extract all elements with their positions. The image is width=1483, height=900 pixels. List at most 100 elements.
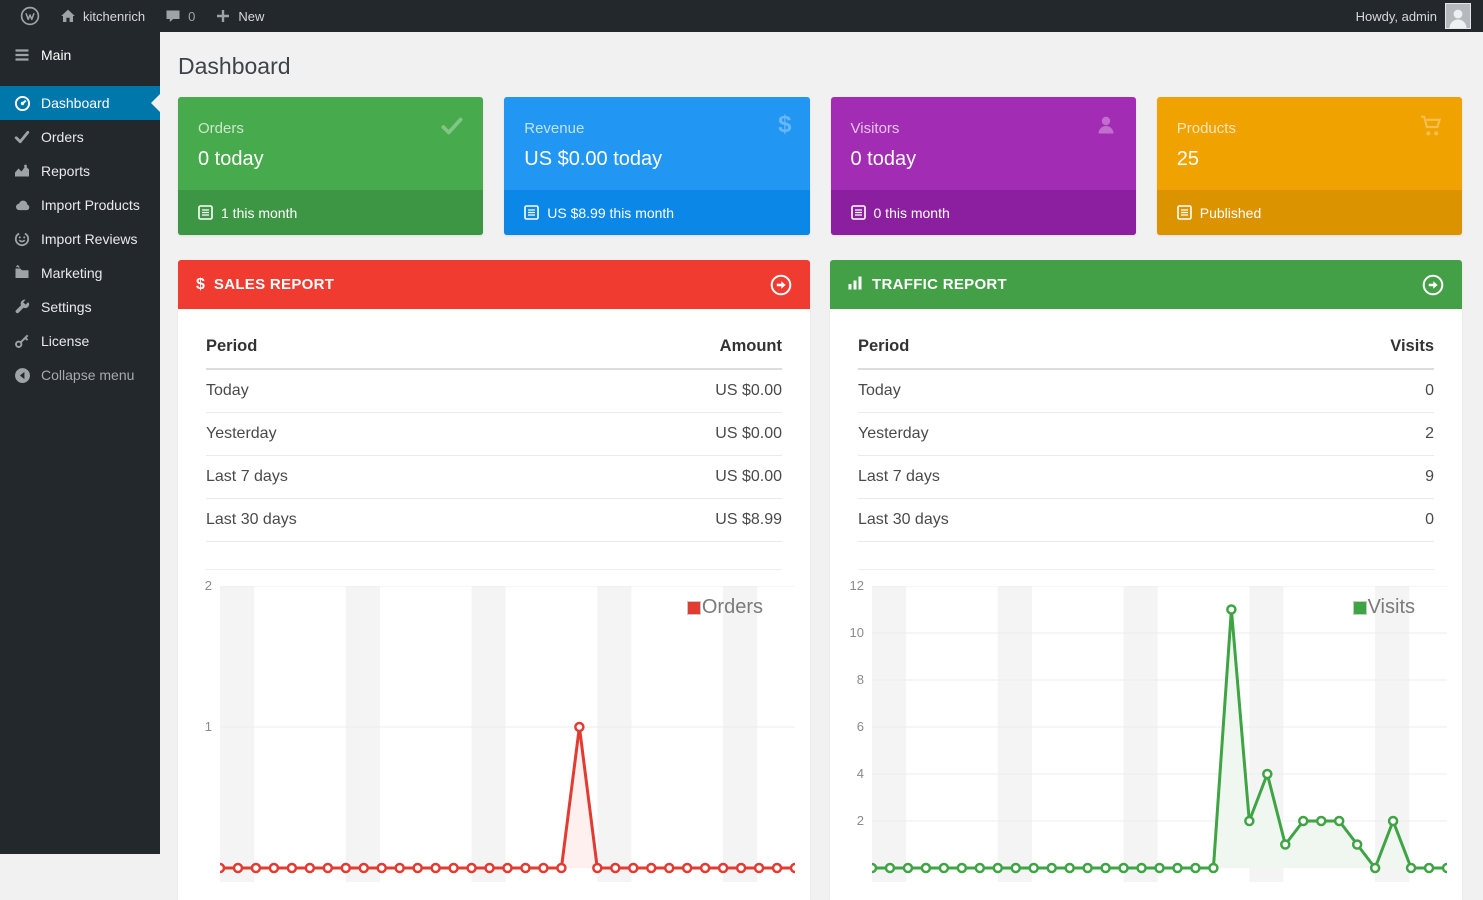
amount-cell: US $0.00 bbox=[715, 468, 782, 485]
check-icon bbox=[439, 113, 465, 144]
new-content-link[interactable]: New bbox=[205, 0, 274, 32]
table-row: Last 7 days US $0.00 bbox=[206, 456, 782, 499]
visits-cell: 9 bbox=[1425, 468, 1434, 485]
visits-line-chart: 2 4 6 8 10 12 Visits bbox=[830, 578, 1462, 886]
period-cell: Last 30 days bbox=[206, 511, 297, 528]
sales-report-panel: $ SALES REPORT Period Amount Today US $0.… bbox=[178, 260, 810, 900]
stat-card-revenue[interactable]: Revenue US $0.00 today $ US $8.99 this m… bbox=[504, 97, 810, 235]
card-value: 0 today bbox=[198, 148, 264, 170]
card-footer-text: US $8.99 this month bbox=[547, 204, 675, 221]
y-tick-label: 12 bbox=[849, 578, 864, 593]
period-cell: Last 7 days bbox=[858, 468, 940, 485]
table-row: Last 30 days 0 bbox=[858, 499, 1434, 542]
table-row: Last 7 days 9 bbox=[858, 456, 1434, 499]
period-cell: Today bbox=[858, 382, 901, 399]
card-footer-text: Published bbox=[1199, 204, 1262, 221]
traffic-table: Period Visits Today 0 Yesterday 2 Last 7 d… bbox=[858, 329, 1434, 570]
sidebar-item-label: Import Reviews bbox=[41, 231, 138, 247]
wordpress-logo-icon[interactable] bbox=[10, 0, 50, 32]
comments-link[interactable]: 0 bbox=[155, 0, 205, 32]
card-title: Orders bbox=[198, 120, 244, 137]
panel-title: SALES REPORT bbox=[213, 276, 335, 293]
table-row: Today 0 bbox=[858, 370, 1434, 413]
list-icon bbox=[850, 205, 866, 220]
panel-title: TRAFFIC REPORT bbox=[872, 276, 1008, 293]
period-cell: Last 7 days bbox=[206, 468, 288, 485]
avatar[interactable] bbox=[1445, 3, 1471, 29]
sidebar-item-label: Reports bbox=[41, 163, 91, 179]
howdy-text[interactable]: Howdy, admin bbox=[1356, 9, 1437, 24]
arrow-circle-right-icon[interactable] bbox=[1422, 274, 1444, 296]
period-cell: Yesterday bbox=[206, 425, 277, 442]
home-icon bbox=[61, 9, 75, 22]
table-row: Today US $0.00 bbox=[206, 370, 782, 413]
table-row: Yesterday US $0.00 bbox=[206, 413, 782, 456]
sidebar-item-import-reviews[interactable]: Import Reviews bbox=[0, 222, 160, 256]
plus-icon bbox=[217, 10, 230, 22]
sidebar-item-collapse-menu[interactable]: Collapse menu bbox=[0, 358, 160, 392]
column-header: Period bbox=[858, 337, 910, 355]
legend-label: Visits bbox=[1367, 596, 1415, 618]
sales-report-header: $ SALES REPORT bbox=[178, 260, 810, 309]
y-tick-label: 6 bbox=[856, 719, 864, 734]
stat-card-visitors[interactable]: Visitors 0 today 0 this month bbox=[830, 97, 1136, 235]
y-tick-label: 10 bbox=[849, 625, 864, 640]
y-tick-label: 1 bbox=[204, 719, 212, 734]
site-name-link[interactable]: kitchenrich bbox=[50, 0, 155, 32]
folder-icon bbox=[13, 265, 31, 281]
sidebar-item-marketing[interactable]: Marketing bbox=[0, 256, 160, 290]
sidebar: Main Dashboard Orders Reports Import Pro… bbox=[0, 32, 160, 854]
chart-plot bbox=[214, 585, 801, 887]
card-value: US $0.00 today bbox=[524, 148, 663, 170]
sidebar-item-label: Marketing bbox=[41, 265, 103, 281]
sidebar-item-label: Dashboard bbox=[41, 95, 110, 111]
sidebar-item-orders[interactable]: Orders bbox=[0, 120, 160, 154]
sidebar-item-label: Import Products bbox=[41, 197, 140, 213]
check-icon bbox=[13, 129, 31, 145]
sales-table: Period Amount Today US $0.00 Yesterday US … bbox=[206, 329, 782, 570]
admin-bar: kitchenrich 0 New Howdy, admin bbox=[0, 0, 1483, 32]
y-tick-label: 4 bbox=[856, 766, 864, 781]
menu-icon bbox=[13, 47, 31, 63]
main-content: Dashboard Orders 0 today 1 this month Re… bbox=[160, 32, 1483, 900]
list-icon bbox=[1176, 205, 1192, 220]
chart-legend: Orders bbox=[686, 596, 763, 619]
cloud-icon bbox=[13, 197, 31, 214]
sidebar-item-license[interactable]: License bbox=[0, 324, 160, 358]
column-header: Amount bbox=[719, 337, 782, 355]
visits-cell: 2 bbox=[1425, 425, 1434, 442]
card-footer-text: 0 this month bbox=[873, 204, 950, 221]
sidebar-item-import-products[interactable]: Import Products bbox=[0, 188, 160, 222]
y-axis-labels: 12 bbox=[178, 578, 212, 868]
arrow-circle-right-icon[interactable] bbox=[770, 274, 792, 296]
card-title: Products bbox=[1176, 120, 1236, 137]
site-name: kitchenrich bbox=[83, 8, 146, 24]
stat-card-orders[interactable]: Orders 0 today 1 this month bbox=[178, 97, 484, 235]
sidebar-item-reports[interactable]: Reports bbox=[0, 154, 160, 188]
orders-line-chart: 12 Orders bbox=[178, 578, 810, 887]
amount-cell: US $0.00 bbox=[715, 425, 782, 442]
stat-cards-row: Orders 0 today 1 this month Revenue US $… bbox=[178, 97, 1462, 235]
y-tick-label: 2 bbox=[204, 578, 212, 593]
legend-swatch bbox=[1352, 600, 1367, 615]
period-cell: Today bbox=[206, 382, 249, 399]
list-icon bbox=[198, 205, 213, 220]
sidebar-item-dashboard[interactable]: Dashboard bbox=[0, 86, 160, 120]
sidebar-item-settings[interactable]: Settings bbox=[0, 290, 160, 324]
traffic-report-panel: TRAFFIC REPORT Period Visits Today 0 Yest… bbox=[830, 260, 1462, 900]
chart-legend: Visits bbox=[1352, 596, 1415, 619]
dollar-icon: $ bbox=[196, 275, 205, 293]
sidebar-item-label: Settings bbox=[41, 299, 92, 315]
sidebar-item-label: License bbox=[41, 333, 90, 349]
amount-cell: US $8.99 bbox=[715, 511, 782, 528]
card-value: 0 today bbox=[850, 148, 917, 170]
period-cell: Last 30 days bbox=[858, 511, 949, 528]
list-icon bbox=[524, 205, 540, 220]
legend-label: Orders bbox=[701, 596, 763, 618]
stat-card-products[interactable]: Products 25 Published bbox=[1156, 97, 1462, 235]
legend-swatch bbox=[686, 600, 701, 615]
y-tick-label: 8 bbox=[856, 672, 864, 687]
sidebar-item-main[interactable]: Main bbox=[0, 38, 160, 72]
table-row: Last 30 days US $8.99 bbox=[206, 499, 782, 542]
collapse-arrow-icon bbox=[13, 367, 31, 384]
